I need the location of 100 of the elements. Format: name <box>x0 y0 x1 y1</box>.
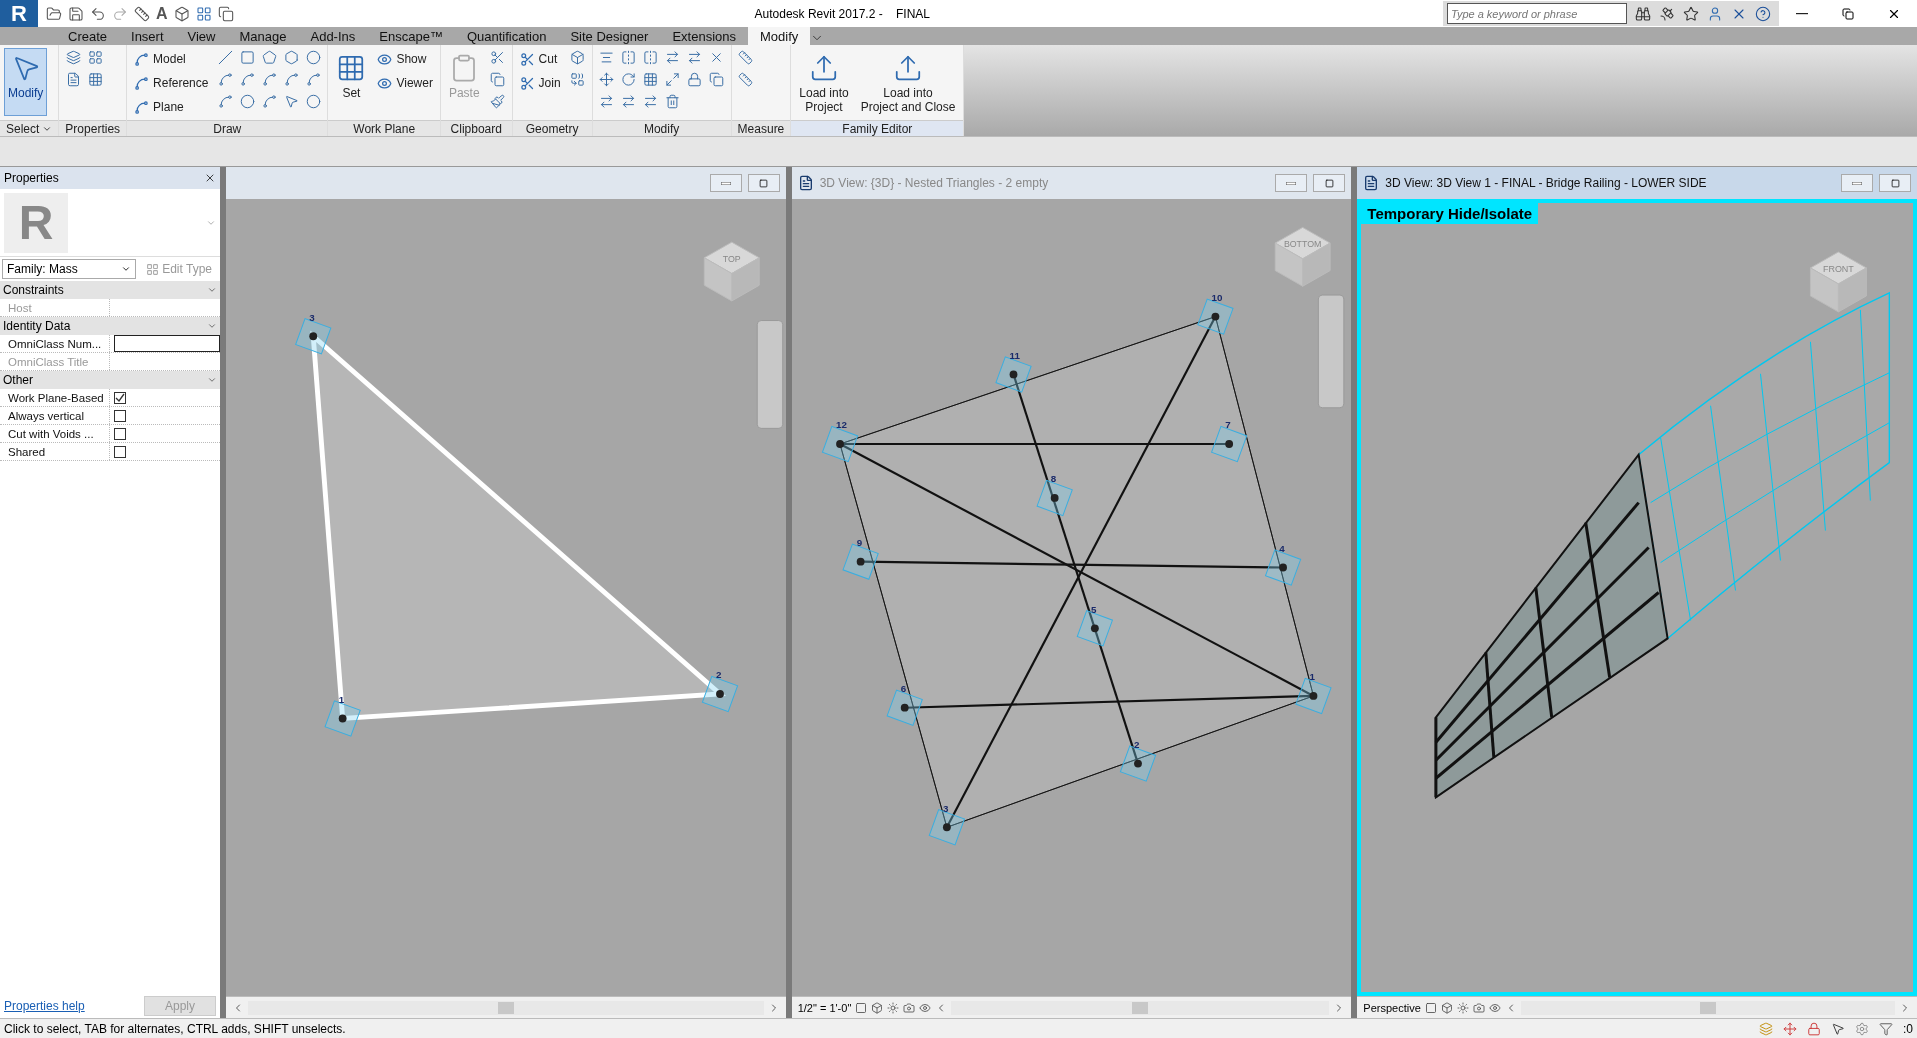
arc-icon[interactable] <box>261 94 277 109</box>
view-scale[interactable]: 1/2" = 1'-0" <box>797 1001 852 1014</box>
ribbon-tab[interactable]: Enscape™ <box>367 27 455 45</box>
star-icon[interactable] <box>1683 5 1699 22</box>
rectangle-icon[interactable] <box>239 50 255 65</box>
ribbon-button[interactable]: Reference <box>131 72 212 94</box>
close-icon[interactable] <box>204 172 216 184</box>
view-canvas[interactable]: 10 11 12 7 8 9 4 5 6 1 2 3 BOTTOM <box>791 199 1352 996</box>
checkbox[interactable] <box>114 409 126 422</box>
copy-icon[interactable] <box>709 72 725 87</box>
collapse-icon[interactable] <box>207 321 217 331</box>
view-canvas[interactable]: Temporary Hide/Isolate FRONT <box>1357 199 1917 996</box>
binoculars-icon[interactable] <box>1635 5 1651 22</box>
filter-icon[interactable] <box>1879 1021 1893 1036</box>
help-icon[interactable] <box>1755 5 1771 22</box>
ribbon-tab[interactable]: Extensions <box>660 27 749 45</box>
ribbon-tab[interactable]: Quantification <box>454 27 559 45</box>
cut-icon[interactable] <box>490 50 506 65</box>
mesh-panel-drawing[interactable] <box>1434 452 1670 800</box>
sun-path-icon[interactable] <box>887 1001 900 1014</box>
checkbox[interactable] <box>114 391 126 404</box>
line-icon[interactable] <box>217 50 233 65</box>
properties-help-link[interactable]: Properties help <box>4 999 85 1013</box>
polygon-icon[interactable] <box>261 50 277 65</box>
ribbon-tab[interactable]: Site Designer <box>558 27 661 45</box>
ribbon-tab[interactable]: Add-Ins <box>298 27 368 45</box>
ribbon-tab[interactable]: Insert <box>119 27 176 45</box>
ribbon-tab[interactable]: Modify <box>748 27 811 45</box>
ribbon-button[interactable]: Set <box>332 48 371 116</box>
text-tool-icon[interactable]: A <box>156 4 168 23</box>
arc-icon[interactable] <box>283 72 299 87</box>
maximize-button[interactable] <box>1879 174 1911 192</box>
collapse-icon[interactable] <box>207 375 217 385</box>
open-icon[interactable] <box>46 5 62 22</box>
gear-icon[interactable] <box>1855 1021 1869 1036</box>
spline-icon[interactable] <box>217 94 233 109</box>
delete-icon[interactable] <box>665 94 681 109</box>
arc-icon[interactable] <box>239 72 255 87</box>
drag-icon[interactable] <box>1783 1021 1797 1036</box>
sun-path-icon[interactable] <box>1456 1001 1469 1014</box>
arc-icon[interactable] <box>261 72 277 87</box>
align-icon[interactable] <box>599 50 615 65</box>
circle-icon[interactable] <box>305 50 321 65</box>
scroll-thumb[interactable] <box>1699 1001 1716 1014</box>
view-canvas[interactable]: 3 1 2 TOP <box>226 199 786 996</box>
ribbon-button[interactable]: Cut <box>516 48 564 70</box>
ribbon-button[interactable]: Join <box>516 72 564 94</box>
search-field[interactable]: Type a keyword or phrase <box>1447 3 1627 24</box>
mirror-axis-icon[interactable] <box>621 50 637 65</box>
polygon-icon[interactable] <box>283 50 299 65</box>
select-icon[interactable] <box>1831 1021 1845 1036</box>
ribbon-button[interactable]: Show <box>374 48 436 70</box>
minimize-icon <box>1286 181 1297 185</box>
view-scale[interactable]: Perspective <box>1363 1001 1421 1014</box>
satellite-icon[interactable] <box>1659 5 1675 22</box>
ribbon-button[interactable]: Model <box>131 48 212 70</box>
checkbox[interactable] <box>114 445 126 458</box>
undo-icon[interactable] <box>90 5 106 22</box>
ribbon-tab[interactable]: Manage <box>227 27 299 45</box>
group-header[interactable]: Other <box>3 373 33 387</box>
point-number: 6 <box>900 683 906 694</box>
ribbon-button[interactable]: Plane <box>131 96 212 118</box>
panel-label: Properties <box>59 120 127 136</box>
measure-icon[interactable] <box>134 5 150 22</box>
rotate-icon[interactable] <box>621 72 637 87</box>
user-icon[interactable] <box>1707 5 1723 22</box>
point-number: 5 <box>1090 603 1097 615</box>
ribbon-tab[interactable]: View <box>175 27 228 45</box>
ribbon-button[interactable]: Modify <box>4 48 48 116</box>
app-logo[interactable]: R <box>0 0 38 27</box>
arc-icon[interactable] <box>217 72 233 87</box>
scrollbar[interactable] <box>951 1000 1330 1015</box>
edit-type-icon <box>146 262 160 276</box>
collapse-icon[interactable] <box>207 285 217 295</box>
scroll-thumb[interactable] <box>497 1001 514 1014</box>
property-input[interactable] <box>114 335 220 352</box>
ribbon-button[interactable]: Load into Project and Close <box>856 48 960 119</box>
point-number: 11 <box>1009 349 1020 361</box>
hide-icon[interactable] <box>1488 1001 1501 1014</box>
maximize-icon <box>1324 178 1334 188</box>
save-icon[interactable] <box>68 5 84 22</box>
ribbon-button[interactable]: Viewer <box>374 72 436 94</box>
scrollbar[interactable] <box>1520 1000 1895 1015</box>
property-label: Host <box>0 299 110 316</box>
ribbon-tab[interactable]: Create <box>56 27 120 45</box>
scrollbar[interactable] <box>248 1000 764 1015</box>
array-icon[interactable] <box>643 72 659 87</box>
maximize-button[interactable] <box>1313 174 1346 192</box>
copy-icon[interactable] <box>490 72 506 87</box>
type-selector[interactable]: Family: Mass <box>2 259 137 279</box>
maximize-button[interactable] <box>747 174 780 192</box>
hide-icon[interactable] <box>919 1001 932 1014</box>
scale-icon[interactable] <box>665 72 681 87</box>
measure-icon[interactable] <box>738 50 754 65</box>
scroll-thumb[interactable] <box>1132 1001 1149 1014</box>
mirror-draw-icon[interactable] <box>643 50 659 65</box>
point-number: 12 <box>835 419 847 431</box>
spline-icon[interactable] <box>305 72 321 87</box>
ribbon-button[interactable]: Load into Project <box>795 48 853 119</box>
checkbox[interactable] <box>114 427 126 440</box>
